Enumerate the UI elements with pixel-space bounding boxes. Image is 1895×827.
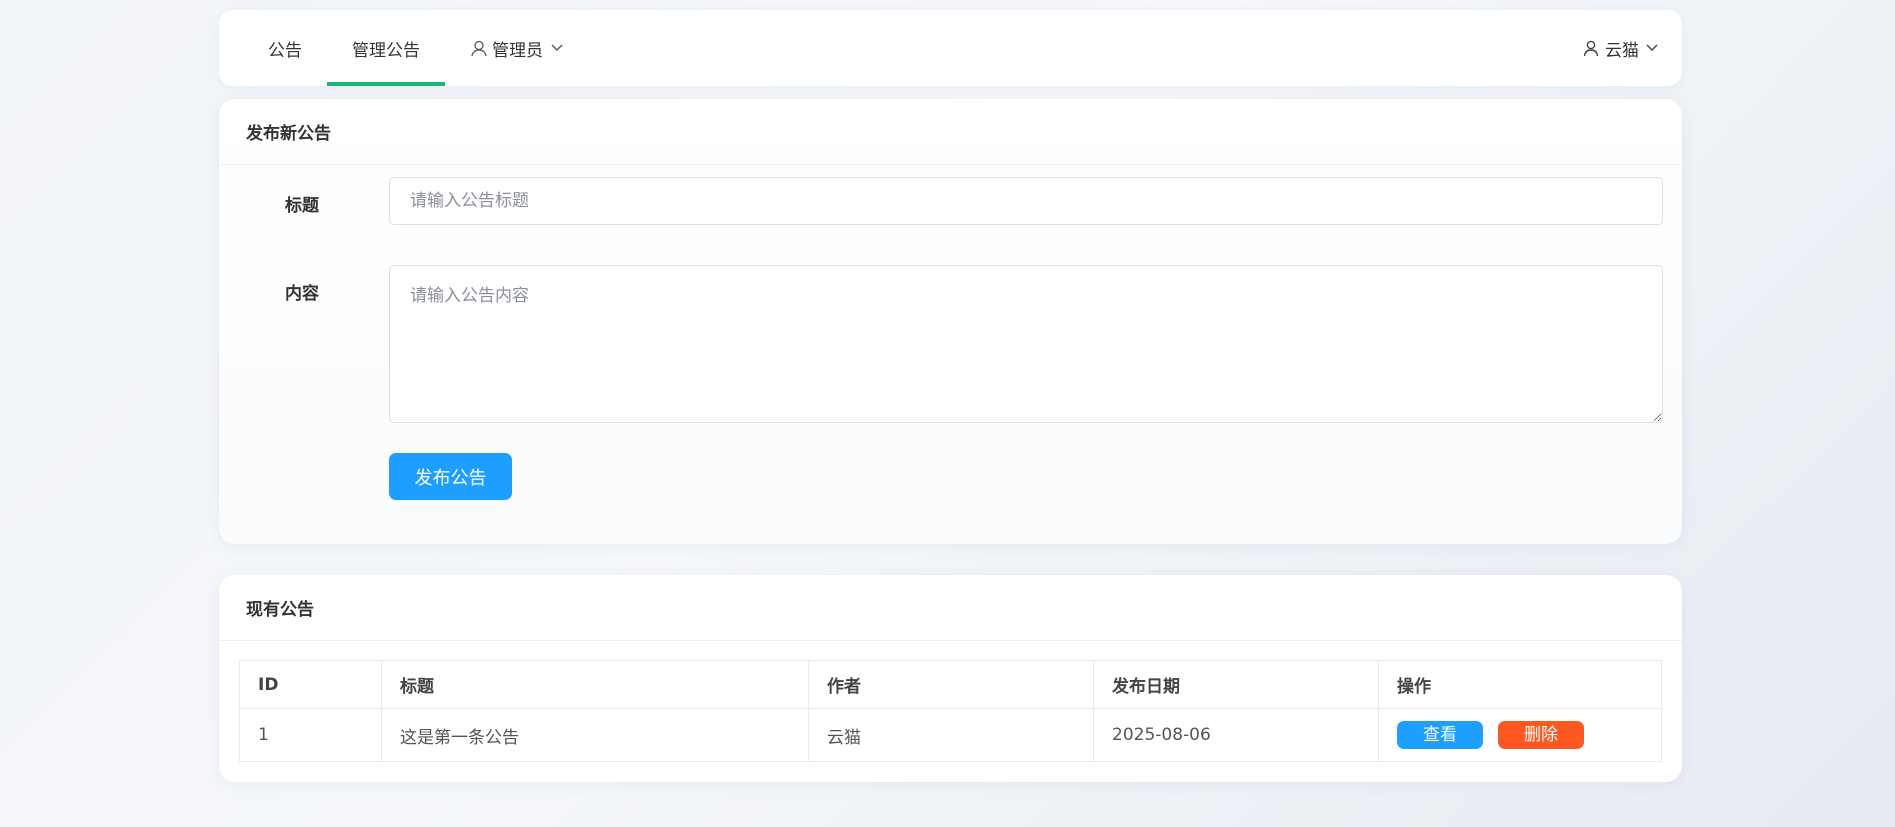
content-label: 内容	[285, 284, 319, 304]
nav-item-label: 公告	[268, 40, 302, 61]
nav-menu: 公告 管理公告 管理员	[243, 10, 588, 86]
nav-item-announcements[interactable]: 公告	[243, 10, 327, 86]
cell-title: 这是第一条公告	[381, 708, 809, 762]
announcement-table: ID 标题 作者 发布日期 操作 1 这是第一条公告 云猫 2025-08-06…	[239, 660, 1662, 762]
chevron-down-icon	[1646, 44, 1658, 52]
delete-button[interactable]: 删除	[1498, 721, 1584, 749]
column-header-id: ID	[239, 660, 382, 709]
cell-date: 2025-08-06	[1093, 708, 1379, 762]
column-header-actions: 操作	[1378, 660, 1662, 709]
admin-user-icon	[470, 39, 488, 57]
cell-id: 1	[239, 708, 382, 762]
nav-item-label: 管理员	[492, 40, 543, 61]
publish-announcement-panel: 发布新公告 标题 内容 发布公告	[219, 99, 1682, 544]
cell-actions: 查看 删除	[1378, 708, 1662, 762]
user-name: 云猫	[1605, 40, 1639, 61]
table-header-row: ID 标题 作者 发布日期 操作	[239, 660, 1662, 709]
cell-author: 云猫	[808, 708, 1094, 762]
publish-button[interactable]: 发布公告	[389, 453, 512, 500]
nav-item-label: 管理公告	[352, 40, 420, 61]
column-header-title: 标题	[381, 660, 809, 709]
top-nav: 公告 管理公告 管理员 云猫	[219, 10, 1682, 86]
title-label: 标题	[285, 196, 319, 216]
user-icon	[1583, 40, 1599, 57]
nav-item-admin-dropdown[interactable]: 管理员	[445, 10, 588, 86]
nav-item-manage-announcements[interactable]: 管理公告	[327, 10, 445, 86]
panel-title: 现有公告	[219, 575, 1682, 641]
announcement-list-panel: 现有公告 ID 标题 作者 发布日期 操作 1 这是第一条公告 云猫 2025-…	[219, 575, 1682, 782]
user-menu[interactable]: 云猫	[1583, 36, 1658, 61]
chevron-down-icon	[551, 44, 563, 52]
column-header-author: 作者	[808, 660, 1094, 709]
table-row: 1 这是第一条公告 云猫 2025-08-06 查看 删除	[239, 708, 1662, 762]
panel-title: 发布新公告	[219, 99, 1682, 165]
column-header-date: 发布日期	[1093, 660, 1379, 709]
title-input[interactable]	[389, 177, 1663, 225]
view-button[interactable]: 查看	[1397, 721, 1483, 749]
content-textarea[interactable]	[389, 265, 1663, 423]
